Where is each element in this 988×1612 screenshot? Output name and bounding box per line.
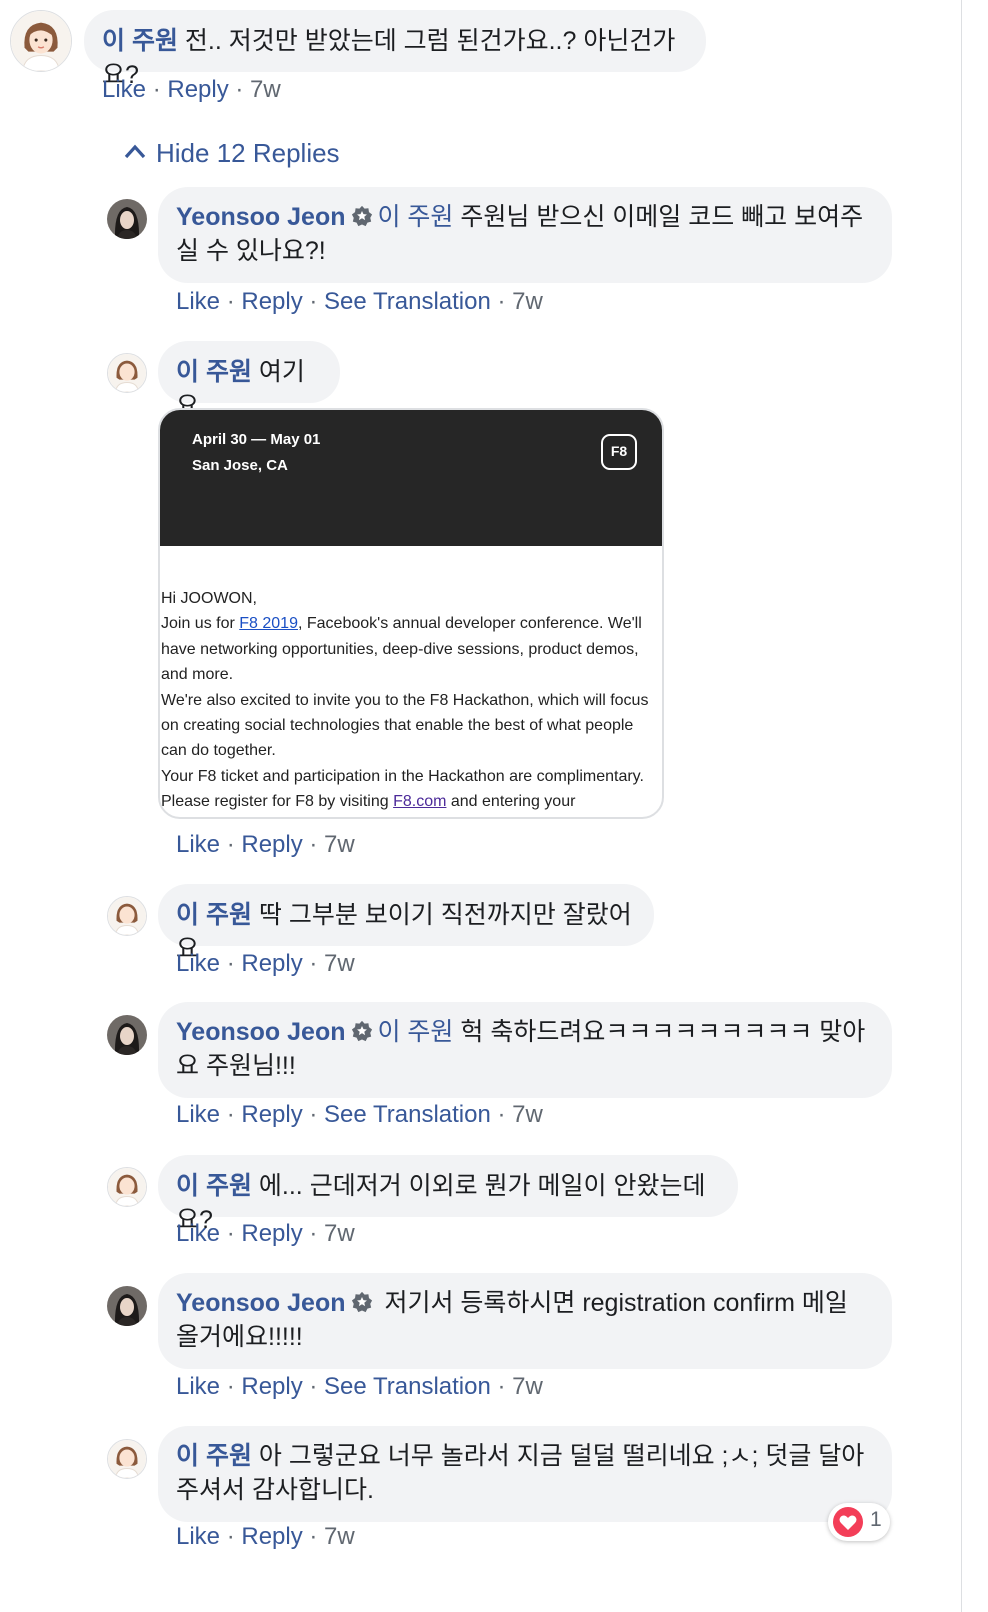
f8-logo: F8 (601, 434, 637, 470)
comment-actions: Like · Reply · 7w (176, 950, 355, 977)
reply-link[interactable]: Reply (241, 1101, 302, 1128)
page-border (961, 0, 962, 1612)
like-link[interactable]: Like (176, 950, 220, 977)
verified-badge-icon (352, 205, 373, 227)
timestamp[interactable]: 7w (324, 831, 355, 858)
reply-link[interactable]: Reply (167, 76, 228, 103)
commenter-name[interactable]: 이 주원 (176, 901, 252, 929)
avatar[interactable] (107, 353, 147, 393)
comment-bubble: 이 주원 여기요 (158, 341, 340, 420)
email-text: Join us for (161, 615, 240, 633)
attached-image[interactable]: April 30 — May 01 San Jose, CA F8 Hi JOO… (158, 408, 664, 819)
email-text: Please register for F8 by visiting (161, 793, 394, 811)
like-link[interactable]: Like (176, 288, 220, 315)
email-paragraph: Join us for F8 2019, Facebook's annual d… (161, 611, 661, 687)
see-translation-link[interactable]: See Translation (324, 1373, 491, 1400)
hide-replies-toggle[interactable]: Hide 12 Replies (124, 138, 340, 169)
comment-bubble: 이 주원 아 그렇군요 너무 놀라서 지금 덜덜 떨리네요 ;ㅅ; 덧글 달아주… (158, 1426, 892, 1522)
avatar[interactable] (107, 1439, 147, 1479)
event-date: April 30 — May 01 (192, 431, 321, 448)
reply-link[interactable]: Reply (241, 1220, 302, 1247)
commenter-name[interactable]: 이 주원 (176, 1172, 252, 1200)
comment-bubble: Yeonsoo Jeon 이 주원 주원님 받으신 이메일 코드 빼고 보여주실 … (158, 187, 892, 283)
like-link[interactable]: Like (176, 1220, 220, 1247)
comment-actions: Like · Reply · See Translation · 7w (176, 1101, 543, 1128)
comment-actions: Like · Reply · 7w (176, 1523, 355, 1550)
commenter-name[interactable]: Yeonsoo Jeon (176, 203, 345, 231)
commenter-name[interactable]: 이 주원 (176, 358, 252, 386)
timestamp[interactable]: 7w (512, 1373, 543, 1400)
avatar[interactable] (107, 199, 147, 239)
email-text: and entering your (446, 793, 576, 811)
user-avatar-icon (108, 354, 146, 392)
comment-bubble: Yeonsoo Jeon 이 주원 헉 축하드려요ㅋㅋㅋㅋㅋㅋㅋㅋㅋ 맞아요 주원… (158, 1002, 892, 1098)
avatar[interactable] (10, 10, 72, 72)
email-paragraph: Please register for F8 by visiting F8.co… (161, 789, 661, 814)
user-avatar-icon (108, 897, 146, 935)
avatar[interactable] (107, 1167, 147, 1207)
verified-badge-icon (352, 1291, 373, 1313)
email-greeting: Hi JOOWON, (161, 590, 257, 607)
user-avatar-icon (107, 1015, 147, 1055)
chevron-up-icon (124, 144, 146, 159)
hide-replies-label: Hide 12 Replies (156, 138, 340, 168)
user-avatar-icon (108, 1168, 146, 1206)
comment-actions: Like · Reply · 7w (176, 1220, 355, 1247)
like-link[interactable]: Like (176, 1523, 220, 1550)
commenter-name[interactable]: 이 주원 (176, 1442, 252, 1470)
reaction-summary[interactable]: 1 (828, 1503, 890, 1541)
commenter-name[interactable]: 이 주원 (102, 27, 178, 55)
timestamp[interactable]: 7w (512, 1101, 543, 1128)
avatar[interactable] (107, 1286, 147, 1326)
comment-text: 아 그렇군요 너무 놀라서 지금 덜덜 떨리네요 ;ㅅ; 덧글 달아주셔서 감사… (176, 1442, 865, 1504)
email-paragraph: We're also excited to invite you to the … (161, 691, 649, 760)
user-avatar-icon (107, 1286, 147, 1326)
see-translation-link[interactable]: See Translation (324, 288, 491, 315)
user-avatar-icon (11, 11, 71, 71)
comment-bubble: 이 주원 에... 근데저거 이외로 뭔가 메일이 안왔는데요? (158, 1155, 738, 1234)
like-link[interactable]: Like (102, 76, 146, 103)
reply-link[interactable]: Reply (241, 288, 302, 315)
commenter-name[interactable]: Yeonsoo Jeon (176, 1018, 345, 1046)
timestamp[interactable]: 7w (324, 1220, 355, 1247)
event-location: San Jose, CA (192, 457, 288, 474)
email-paragraph: Your F8 ticket and participation in the … (161, 767, 644, 785)
reaction-count: 1 (870, 1508, 882, 1531)
comment-actions: Like · Reply · 7w (176, 831, 355, 858)
email-header-banner: April 30 — May 01 San Jose, CA F8 (160, 410, 662, 546)
user-avatar-icon (107, 199, 147, 239)
comment-bubble: 이 주원 딱 그부분 보이기 직전까지만 잘랐어요 (158, 884, 654, 963)
timestamp[interactable]: 7w (250, 76, 281, 103)
like-link[interactable]: Like (176, 1101, 220, 1128)
f8-com-link: F8.com (393, 793, 447, 811)
verified-badge-icon (352, 1020, 373, 1042)
user-avatar-icon (108, 1440, 146, 1478)
comment-actions: Like · Reply · See Translation · 7w (176, 288, 543, 315)
timestamp[interactable]: 7w (512, 288, 543, 315)
avatar[interactable] (107, 1015, 147, 1055)
see-translation-link[interactable]: See Translation (324, 1101, 491, 1128)
mention-link[interactable]: 이 주원 (377, 203, 453, 231)
mention-link[interactable]: 이 주원 (377, 1018, 453, 1046)
avatar[interactable] (107, 896, 147, 936)
comment-bubble: Yeonsoo Jeon 저기서 등록하시면 registration conf… (158, 1273, 892, 1369)
commenter-name[interactable]: Yeonsoo Jeon (176, 1289, 345, 1317)
email-body: Hi JOOWON, Join us for F8 2019, Facebook… (161, 586, 661, 815)
like-link[interactable]: Like (176, 831, 220, 858)
f8-2019-link: F8 2019 (239, 615, 298, 633)
reply-link[interactable]: Reply (241, 1373, 302, 1400)
reply-link[interactable]: Reply (241, 831, 302, 858)
comment-actions: Like · Reply · 7w (102, 76, 281, 103)
like-link[interactable]: Like (176, 1373, 220, 1400)
love-reaction-icon (833, 1507, 863, 1537)
comment-actions: Like · Reply · See Translation · 7w (176, 1373, 543, 1400)
timestamp[interactable]: 7w (324, 1523, 355, 1550)
comment-bubble: 이 주원 전.. 저것만 받았는데 그럼 된건가요..? 아닌건가요? (84, 10, 706, 89)
reply-link[interactable]: Reply (241, 1523, 302, 1550)
timestamp[interactable]: 7w (324, 950, 355, 977)
reply-link[interactable]: Reply (241, 950, 302, 977)
